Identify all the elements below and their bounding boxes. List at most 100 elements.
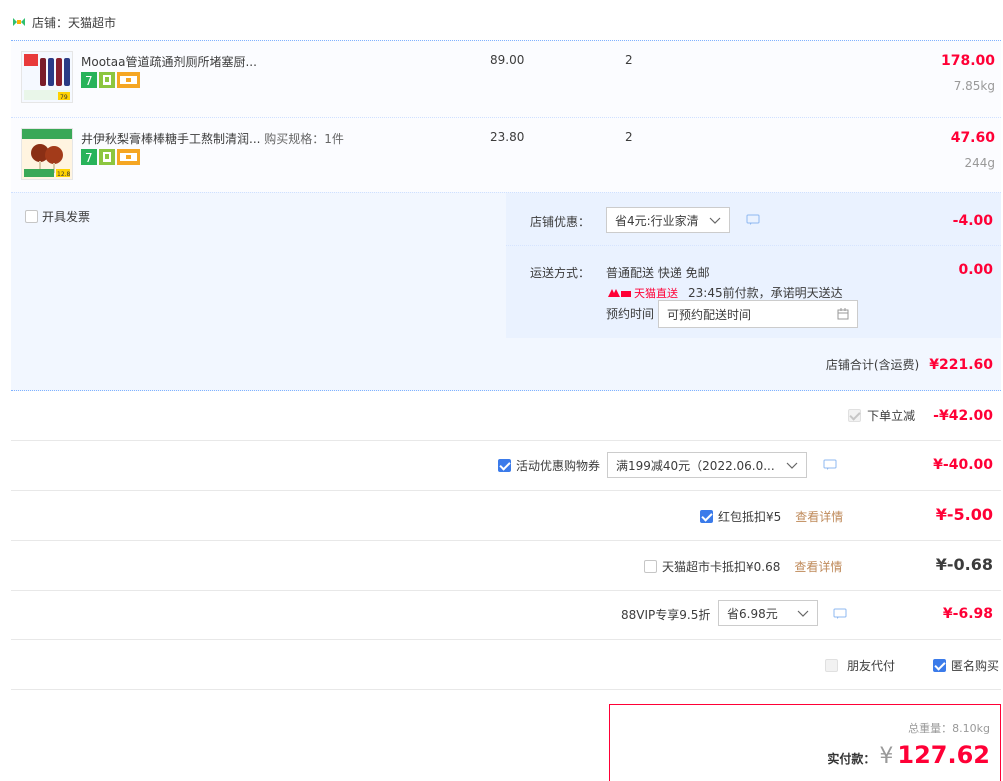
red-packet-label: 红包抵扣¥5: [718, 510, 782, 524]
payment-options-row: 朋友代付 匿名购买: [11, 640, 1001, 690]
product-image-lollipop: 12.8: [22, 129, 72, 179]
tmall-card-option[interactable]: 天猫超市卡抵扣¥0.68 查看详情: [644, 558, 842, 575]
paid-label: 实付款：: [827, 752, 876, 766]
product-thumbnail[interactable]: 79: [21, 51, 73, 103]
red-packet-amount: ¥-5.00: [935, 505, 993, 524]
list-item: 79 Mootaa管道疏通剂厕所堵塞厨... 7 89.00 2 178.00 …: [11, 41, 1001, 117]
invoice-checkbox[interactable]: [25, 210, 38, 223]
anonymous-checkbox[interactable]: [933, 659, 946, 672]
divider: [506, 245, 1001, 246]
chevron-down-icon: [709, 217, 721, 224]
instant-discount-row: 下单立减 -¥42.00: [11, 391, 1001, 441]
guarantee-icon: [99, 72, 115, 88]
friend-pay-option[interactable]: 朋友代付: [825, 657, 895, 674]
message-icon[interactable]: [746, 214, 760, 226]
friend-pay-checkbox[interactable]: [825, 659, 838, 672]
tmall-card-details-link[interactable]: 查看详情: [794, 558, 842, 575]
shop-total-row: 店铺合计(含运费) ¥221.60: [11, 338, 1001, 391]
tmall-card-row: 天猫超市卡抵扣¥0.68 查看详情 ¥-0.68: [11, 541, 1001, 591]
tmall-direct-badge: 天猫直送: [606, 285, 678, 301]
order-options: 开具发票 店铺优惠： 省4元:行业家清 -4.00 运送方式： 普通配送 快递 …: [11, 192, 1001, 339]
paid-total: 127.62: [897, 741, 990, 769]
chevron-down-icon: [786, 462, 798, 469]
credit-card-icon: [117, 72, 140, 88]
seven-day-return-icon: 7: [81, 72, 97, 88]
shipping-promise-row: 天猫直送 23:45前付款，承诺明天送达: [606, 284, 843, 301]
item-subtotal: 178.00: [940, 53, 995, 69]
item-spec: 购买规格：1件: [264, 132, 344, 146]
shop-total-amount: ¥221.60: [929, 356, 993, 373]
tmall-card-label: 天猫超市卡抵扣¥0.68: [662, 560, 781, 574]
item-quantity: 2: [625, 130, 633, 144]
svg-text:12.8: 12.8: [57, 171, 71, 178]
appointment-label: 预约时间: [606, 307, 655, 321]
item-unit-price: 89.00: [490, 53, 525, 67]
item-subtotal: 47.60: [950, 130, 995, 146]
red-packet-row: 红包抵扣¥5 查看详情 ¥-5.00: [11, 491, 1001, 541]
red-packet-checkbox[interactable]: [700, 510, 713, 523]
tmall-card-checkbox[interactable]: [644, 560, 657, 573]
item-title[interactable]: Mootaa管道疏通剂厕所堵塞厨...: [81, 53, 481, 70]
item-unit-price: 23.80: [490, 130, 525, 144]
shipping-amount: 0.00: [958, 262, 993, 278]
delivery-promise: 23:45前付款，承诺明天送达: [688, 286, 843, 300]
credit-card-icon: [117, 149, 140, 165]
coupon-option[interactable]: 活动优惠购物券: [498, 457, 600, 474]
tmall-direct-text: 天猫直送: [634, 286, 678, 300]
vip-row: 88VIP专享9.5折 省6.98元 ¥-6.98: [11, 590, 1001, 640]
coupon-select[interactable]: 满199减40元（2022.06.0...: [607, 452, 807, 478]
shop-options-panel: 店铺优惠： 省4元:行业家清 -4.00 运送方式： 普通配送 快递 免邮 0.…: [506, 193, 1001, 339]
red-packet-details-link[interactable]: 查看详情: [795, 508, 843, 525]
product-thumbnail[interactable]: 12.8: [21, 128, 73, 180]
guarantee-icon: [99, 149, 115, 165]
calendar-icon: [837, 308, 849, 320]
appointment-time-input[interactable]: 可预约配送时间: [658, 300, 858, 328]
coupon-selected: 满199减40元（2022.06.0...: [616, 458, 775, 473]
svg-text:7: 7: [85, 74, 93, 88]
shop-total: 店铺合计(含运费) ¥221.60: [826, 356, 993, 373]
list-item: 12.8 井伊秋梨膏棒棒糖手工熬制清润... 购买规格：1件 7 23.80 2…: [11, 117, 1001, 194]
shop-discount-label: 店铺优惠：: [530, 215, 591, 229]
red-packet-option[interactable]: 红包抵扣¥5 查看详情: [700, 508, 843, 525]
shop-discount-select[interactable]: 省4元:行业家清: [606, 207, 730, 233]
vip-selected: 省6.98元: [727, 606, 778, 621]
total-weight: 总重量：8.10kg: [908, 720, 990, 736]
anonymous-label: 匿名购买: [951, 659, 1000, 673]
total-weight-label: 总重量：: [908, 722, 953, 735]
item-weight: 7.85kg: [953, 79, 995, 93]
item-badges: 7: [81, 149, 140, 165]
coupon-checkbox[interactable]: [498, 459, 511, 472]
tmall-card-amount: ¥-0.68: [935, 555, 993, 574]
coupon-row: 活动优惠购物券 满199减40元（2022.06.0... ¥-40.00: [11, 441, 1001, 491]
svg-text:7: 7: [85, 151, 93, 165]
currency-symbol: ¥: [879, 744, 894, 769]
svg-text:79: 79: [60, 94, 68, 101]
coupon-label: 活动优惠购物券: [516, 459, 601, 473]
shop-name[interactable]: 店铺：天猫超市: [32, 14, 116, 31]
shop-total-label: 店铺合计(含运费): [825, 358, 920, 372]
instant-discount-checkbox: [848, 409, 862, 422]
item-quantity: 2: [625, 53, 633, 67]
instant-discount-content: 下单立减 -¥42.00: [848, 391, 993, 440]
coupon-amount: ¥-40.00: [933, 457, 993, 473]
shop-discount-amount: -4.00: [952, 213, 993, 229]
vip-amount: ¥-6.98: [942, 606, 993, 622]
invoice-option[interactable]: 开具发票: [25, 208, 90, 225]
chevron-down-icon: [797, 610, 809, 617]
order-summary: 总重量：8.10kg 实付款： ¥ 127.62: [609, 704, 1001, 781]
instant-discount-amount: -¥42.00: [933, 407, 993, 424]
vip-select[interactable]: 省6.98元: [718, 600, 818, 626]
item-title[interactable]: 井伊秋梨膏棒棒糖手工熬制清润... 购买规格：1件: [81, 130, 481, 147]
product-image-drain-cleaner: 79: [22, 52, 72, 102]
message-icon[interactable]: [833, 608, 847, 620]
item-list: 79 Mootaa管道疏通剂厕所堵塞厨... 7 89.00 2 178.00 …: [11, 40, 1001, 193]
invoice-label: 开具发票: [42, 210, 91, 224]
item-badges: 7: [81, 72, 140, 88]
paid-amount: 实付款： ¥ 127.62: [827, 741, 990, 769]
shipping-label: 运送方式：: [530, 266, 591, 280]
shipping-method: 普通配送 快递 免邮: [606, 266, 710, 280]
total-weight-value: 8.10kg: [952, 722, 990, 735]
anonymous-option[interactable]: 匿名购买: [933, 657, 999, 674]
message-icon[interactable]: [823, 459, 837, 471]
seven-day-return-icon: 7: [81, 149, 97, 165]
